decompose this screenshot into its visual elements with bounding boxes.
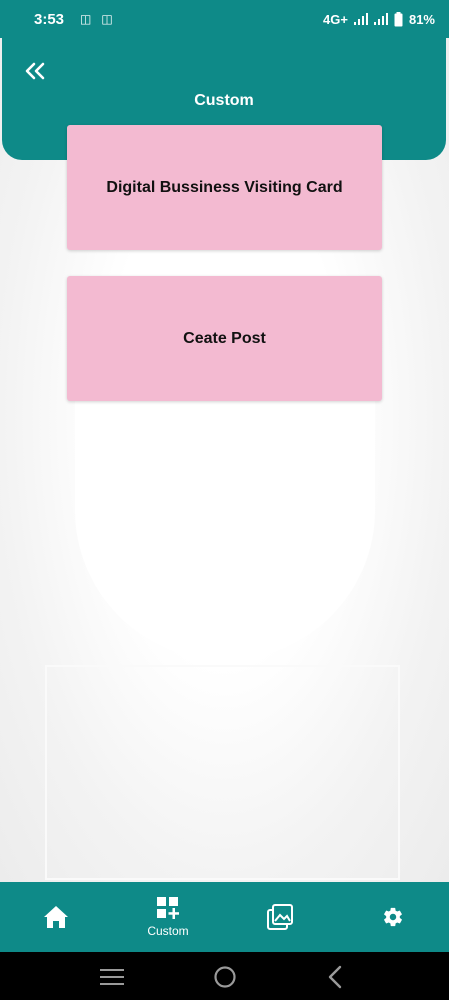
nav-settings[interactable]	[353, 882, 433, 952]
nav-custom-label: Custom	[147, 924, 189, 938]
gear-icon	[384, 907, 402, 927]
home-icon	[44, 906, 68, 928]
battery-level: 81%	[408, 11, 435, 27]
status-bar: 3:53 ◫ ◫ 4G+ 81%	[0, 0, 449, 38]
sim-icon-2: ◫	[101, 12, 113, 26]
gallery-icon	[267, 904, 293, 930]
back-system-button[interactable]	[327, 965, 343, 994]
page-title: Custom	[194, 92, 254, 109]
sim-icon: ◫	[80, 12, 92, 26]
battery-icon	[394, 11, 403, 26]
grid-plus-icon	[157, 897, 179, 919]
home-system-button[interactable]	[213, 965, 237, 994]
system-navigation-bar	[0, 952, 449, 1000]
nav-gallery[interactable]	[240, 882, 320, 952]
double-chevron-left-icon	[25, 62, 45, 80]
network-type: 4G+	[323, 11, 348, 27]
circle-home-icon	[214, 966, 236, 988]
menu-lines-icon	[100, 969, 124, 985]
recents-button[interactable]	[100, 968, 124, 991]
back-button[interactable]	[24, 60, 50, 84]
clock: 3:53	[34, 10, 65, 28]
visiting-card-label: Digital Bussiness Visiting Card	[106, 178, 343, 196]
nav-home[interactable]	[16, 882, 96, 952]
signal-icon-2	[373, 13, 388, 25]
status-right: 4G+ 81%	[323, 11, 435, 27]
create-post-label: Ceate Post	[183, 329, 266, 347]
create-post-button[interactable]: Ceate Post	[67, 276, 382, 401]
nav-custom[interactable]: Custom	[128, 882, 208, 952]
background-frame	[45, 665, 400, 880]
signal-icon	[353, 13, 368, 25]
chevron-left-icon	[328, 965, 342, 989]
bottom-navigation: Custom	[0, 882, 449, 952]
visiting-card-button[interactable]: Digital Bussiness Visiting Card	[67, 125, 382, 250]
